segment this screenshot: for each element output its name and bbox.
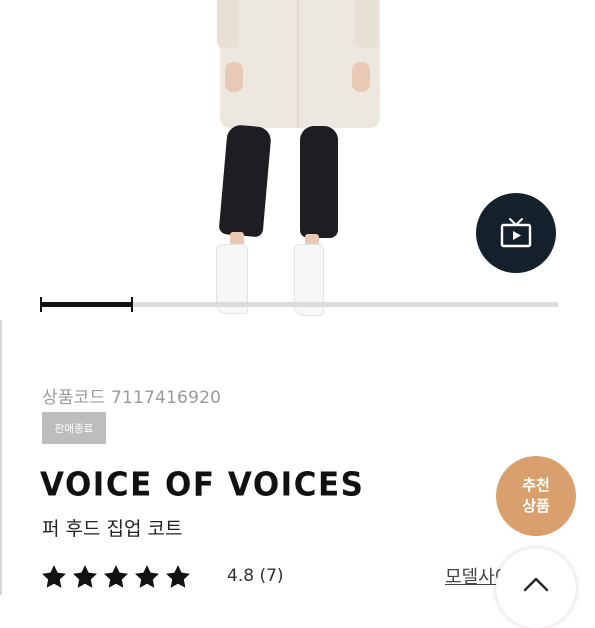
video-button[interactable] (476, 193, 556, 273)
product-code: 상품코드 7117416920 (42, 388, 222, 408)
leg-right (300, 126, 338, 238)
star-icon (166, 565, 190, 588)
progress-start-tick (40, 297, 42, 312)
scroll-top-button[interactable] (496, 548, 576, 628)
hand-right (352, 62, 370, 92)
leg-left (218, 124, 272, 238)
star-icon (42, 565, 66, 588)
tv-play-icon (500, 218, 532, 248)
star-icon (73, 565, 97, 588)
progress-end-tick (131, 297, 134, 312)
star-icon (135, 565, 159, 588)
sleeve-left (217, 0, 239, 48)
recommend-label-line1: 추천 (522, 476, 550, 494)
sleeve-right (355, 0, 377, 48)
product-image[interactable] (0, 0, 595, 320)
rating-stars[interactable] (40, 563, 192, 591)
chevron-up-icon (523, 577, 549, 592)
coat-seam (297, 0, 299, 128)
star-icon (104, 565, 128, 588)
hand-left (225, 62, 243, 92)
product-title: 퍼 후드 집업 코트 (42, 518, 183, 540)
recommend-label-line2: 상품 (522, 497, 550, 515)
gallery-progress-bar[interactable] (40, 297, 558, 312)
brand-name[interactable]: VOICE OF VOICES (40, 466, 364, 504)
status-badge: 판매종료 (42, 412, 106, 444)
rating-value[interactable]: 4.8 (7) (227, 566, 284, 586)
recommend-button[interactable]: 추천 상품 (496, 456, 576, 536)
gallery-progress-fill (40, 302, 134, 307)
